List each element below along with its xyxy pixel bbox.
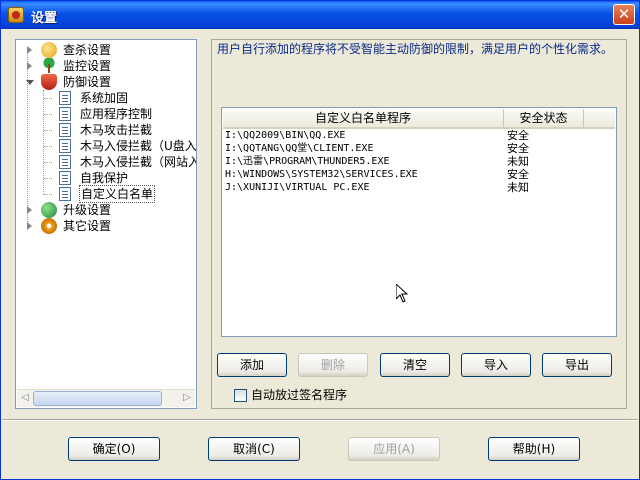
page-icon xyxy=(59,107,71,121)
security-status: 安全 xyxy=(507,142,529,155)
tree-line xyxy=(44,114,52,115)
column-header-status[interactable]: 安全状态 xyxy=(504,109,584,127)
tree-line xyxy=(44,178,52,179)
tree-line xyxy=(44,194,52,195)
page-icon xyxy=(59,91,71,105)
tree-item-label: 监控设置 xyxy=(63,59,112,73)
whitelist-description: 用户自行添加的程序将不受智能主动防御的限制，满足用户的个性化需求。 xyxy=(217,42,614,56)
program-path: I:\QQ2009\BIN\QQ.EXE xyxy=(225,130,346,141)
table-header: 自定义白名单程序 安全状态 xyxy=(223,109,615,129)
footer-separator xyxy=(2,419,638,421)
ok-button[interactable]: 确定(O) xyxy=(68,437,160,461)
auto-allow-signed-label: 自动放过签名程序 xyxy=(251,388,348,402)
expand-icon[interactable] xyxy=(27,46,32,54)
app-logo-icon xyxy=(8,7,24,23)
program-path: H:\WINDOWS\SYSTEM32\SERVICES.EXE xyxy=(225,169,418,180)
tree-item-label-selected: 自定义白名单 xyxy=(79,185,156,203)
page-icon xyxy=(59,123,71,137)
add-button[interactable]: 添加 xyxy=(217,353,287,377)
globe-icon xyxy=(41,202,57,218)
security-status: 安全 xyxy=(507,168,529,181)
program-path: J:\XUNIJI\VIRTUAL PC.EXE xyxy=(225,182,370,193)
column-header-filler xyxy=(584,109,615,127)
page-icon xyxy=(59,139,71,153)
expand-icon[interactable] xyxy=(27,62,32,70)
tree-line xyxy=(44,146,52,147)
tree-item-label: 升级设置 xyxy=(63,203,112,217)
tree-item-label: 防御设置 xyxy=(63,75,112,89)
apply-button[interactable]: 应用(A) xyxy=(348,437,440,461)
program-path: I:\QQTANG\QQ堂\CLIENT.EXE xyxy=(225,143,374,154)
tree-line xyxy=(27,50,28,228)
page-icon xyxy=(59,155,71,169)
delete-button[interactable]: 删除 xyxy=(298,353,368,377)
tree-horizontal-scrollbar[interactable]: ◁ ▷ xyxy=(17,389,195,407)
tree-line xyxy=(44,162,52,163)
tree-item-label: 木马入侵拦截（网站入 xyxy=(80,155,197,169)
auto-allow-signed-checkbox[interactable] xyxy=(234,389,247,402)
help-button[interactable]: 帮助(H) xyxy=(488,437,580,461)
tree-item-label: 查杀设置 xyxy=(63,43,112,57)
security-status: 未知 xyxy=(507,155,529,168)
scroll-left-icon[interactable]: ◁ xyxy=(17,390,33,406)
tree-line xyxy=(44,98,52,99)
clear-button[interactable]: 清空 xyxy=(380,353,450,377)
search-icon xyxy=(41,42,57,58)
settings-window: 设置 ✕ 查杀设置 监控设置 防御设置 系统加固 应用程序控制 木马攻击拦截 木… xyxy=(0,0,640,480)
import-button[interactable]: 导入 xyxy=(461,353,531,377)
scrollbar-thumb[interactable] xyxy=(33,391,162,406)
tree-item-label: 木马入侵拦截（U盘入侵 xyxy=(80,139,197,153)
settings-tree[interactable]: 查杀设置 监控设置 防御设置 系统加固 应用程序控制 木马攻击拦截 木马入侵拦截… xyxy=(15,39,197,409)
whitelist-table[interactable]: 自定义白名单程序 安全状态 I:\QQ2009\BIN\QQ.EXE 安全 I:… xyxy=(221,107,617,337)
tree-line xyxy=(44,130,52,131)
expand-icon[interactable] xyxy=(27,222,32,230)
security-status: 安全 xyxy=(507,129,529,142)
page-icon xyxy=(59,171,71,185)
window-title: 设置 xyxy=(31,11,58,26)
tree-item-label: 应用程序控制 xyxy=(80,107,153,121)
column-header-program[interactable]: 自定义白名单程序 xyxy=(223,109,504,127)
tree-item-label: 自我保护 xyxy=(80,171,129,185)
tree-item-label: 其它设置 xyxy=(63,219,112,233)
scroll-right-icon[interactable]: ▷ xyxy=(179,390,195,406)
tree-item-label: 系统加固 xyxy=(80,91,129,105)
export-button[interactable]: 导出 xyxy=(542,353,612,377)
umbrella-icon xyxy=(41,58,57,74)
gear-icon xyxy=(41,218,57,234)
expand-icon[interactable] xyxy=(27,206,32,214)
security-status: 未知 xyxy=(507,181,529,194)
cancel-button[interactable]: 取消(C) xyxy=(208,437,300,461)
mouse-pointer-icon xyxy=(396,284,408,303)
program-path: I:\迅雷\PROGRAM\THUNDER5.EXE xyxy=(225,156,390,167)
collapse-icon[interactable] xyxy=(26,80,34,85)
tree-item-label: 木马攻击拦截 xyxy=(80,123,153,137)
close-icon: ✕ xyxy=(617,5,631,23)
close-button[interactable]: ✕ xyxy=(613,4,635,25)
shield-icon xyxy=(41,74,57,90)
page-icon xyxy=(59,187,71,201)
title-bar[interactable]: 设置 ✕ xyxy=(1,1,639,29)
